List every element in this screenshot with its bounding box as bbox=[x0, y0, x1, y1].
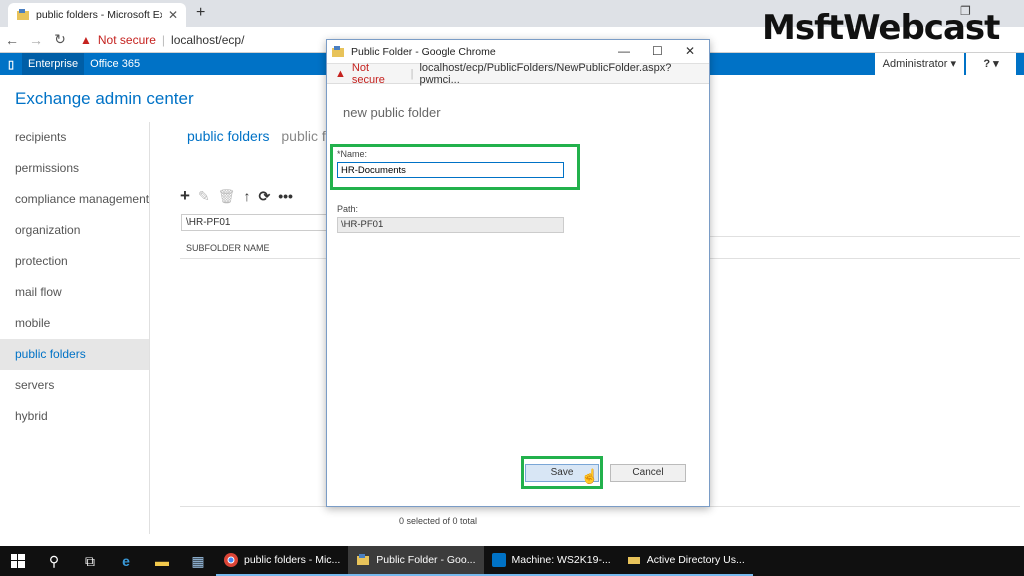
path-label: Path: bbox=[337, 204, 359, 214]
url-text: localhost/ecp/ bbox=[171, 32, 245, 47]
name-label: *Name: bbox=[337, 149, 368, 159]
address-separator: | bbox=[161, 32, 166, 47]
back-icon[interactable]: ← bbox=[0, 32, 24, 48]
name-field[interactable] bbox=[337, 162, 564, 178]
refresh-icon[interactable]: ⟳ bbox=[258, 188, 270, 205]
left-nav: recipients permissions compliance manage… bbox=[0, 122, 150, 432]
dialog-heading: new public folder bbox=[343, 105, 441, 120]
close-tab-icon[interactable]: ✕ bbox=[168, 8, 178, 22]
folder-toolbar: + ✎ 🗑 ↑ ⟳ ••• bbox=[180, 186, 293, 206]
not-secure-label: Not secure bbox=[351, 61, 385, 86]
nav-item-mail-flow[interactable]: mail flow bbox=[0, 277, 150, 308]
divider bbox=[710, 236, 1020, 237]
nav-item-servers[interactable]: servers bbox=[0, 370, 150, 401]
nav-item-compliance[interactable]: compliance management bbox=[0, 184, 150, 215]
taskbar-app-popup[interactable]: Public Folder - Goo... bbox=[348, 546, 484, 576]
address-bar[interactable]: ▲ Not secure | localhost/ecp/ bbox=[80, 33, 244, 47]
popup-title: Public Folder - Google Chrome bbox=[351, 45, 496, 58]
exchange-favicon-icon bbox=[17, 9, 29, 20]
popup-address-bar[interactable]: ▲ Not secure | localhost/ecp/PublicFolde… bbox=[327, 61, 709, 86]
taskbar: ⚲ ⧉ e ▬ ▦ public folders - Mic... Public… bbox=[0, 546, 1024, 576]
nav-item-organization[interactable]: organization bbox=[0, 215, 150, 246]
nav-item-mobile[interactable]: mobile bbox=[0, 308, 150, 339]
chrome-icon bbox=[224, 553, 238, 567]
taskbar-app-machine[interactable]: Machine: WS2K19-... bbox=[483, 546, 619, 576]
nav-item-protection[interactable]: protection bbox=[0, 246, 150, 277]
exchange-icon bbox=[357, 554, 370, 565]
warning-icon: ▲ bbox=[335, 67, 346, 80]
new-public-folder-window: Public Folder - Google Chrome — ☐ ✕ ▲ No… bbox=[326, 39, 710, 507]
popup-url: localhost/ecp/PublicFolders/NewPublicFol… bbox=[419, 61, 672, 86]
search-icon[interactable]: ⚲ bbox=[36, 546, 72, 576]
tab-title: public folders - Microsoft Exchan bbox=[36, 9, 162, 21]
cancel-button[interactable]: Cancel bbox=[610, 464, 686, 482]
not-secure-label: Not secure bbox=[97, 32, 156, 47]
server-manager-icon[interactable]: ▦ bbox=[180, 546, 216, 576]
new-tab-icon[interactable]: + bbox=[196, 4, 205, 22]
path-field: \HR-PF01 bbox=[337, 217, 564, 233]
nav-item-public-folders[interactable]: public folders bbox=[0, 339, 150, 370]
add-icon[interactable]: + bbox=[180, 186, 190, 206]
browser-tab[interactable]: public folders - Microsoft Exchan ✕ bbox=[8, 3, 186, 27]
selection-status: 0 selected of 0 total bbox=[399, 516, 478, 526]
taskbar-app-chrome[interactable]: public folders - Mic... bbox=[216, 546, 349, 576]
tab-public-folders[interactable]: public folders bbox=[187, 128, 270, 144]
nav-item-recipients[interactable]: recipients bbox=[0, 122, 150, 153]
hand-cursor-icon: ☝ bbox=[581, 468, 599, 484]
taskbar-app-label: public folders - Mic... bbox=[244, 554, 341, 566]
nav-item-hybrid[interactable]: hybrid bbox=[0, 401, 150, 432]
page-title: Exchange admin center bbox=[15, 89, 194, 108]
exchange-management-icon bbox=[491, 553, 506, 567]
close-icon[interactable]: ✕ bbox=[685, 44, 695, 58]
minimize-icon[interactable]: — bbox=[618, 44, 630, 58]
exchange-favicon-icon bbox=[332, 45, 344, 57]
internet-explorer-icon[interactable]: e bbox=[108, 546, 144, 576]
reload-icon[interactable]: ↻ bbox=[48, 31, 72, 48]
address-separator: | bbox=[410, 67, 414, 80]
nav-enterprise[interactable]: Enterprise bbox=[22, 53, 85, 75]
nav-item-permissions[interactable]: permissions bbox=[0, 153, 150, 184]
nav-divider bbox=[149, 122, 150, 534]
taskbar-app-label: Public Folder - Goo... bbox=[376, 554, 476, 566]
taskbar-app-active-directory[interactable]: Active Directory Us... bbox=[618, 546, 753, 576]
maximize-icon[interactable]: ☐ bbox=[652, 44, 663, 58]
more-icon[interactable]: ••• bbox=[278, 188, 293, 204]
office-logo-icon: ▯ bbox=[7, 58, 15, 71]
edit-icon[interactable]: ✎ bbox=[198, 188, 210, 205]
column-subfolder-name[interactable]: SUBFOLDER NAME bbox=[186, 243, 270, 253]
taskbar-app-label: Active Directory Us... bbox=[646, 554, 745, 566]
nav-office365[interactable]: Office 365 bbox=[84, 58, 146, 70]
file-explorer-icon[interactable]: ▬ bbox=[144, 546, 180, 576]
watermark-logo: MsftWebcast bbox=[762, 8, 1000, 48]
start-icon[interactable] bbox=[0, 546, 36, 576]
taskbar-app-label: Machine: WS2K19-... bbox=[511, 554, 611, 566]
help-menu[interactable]: ? ▾ bbox=[966, 53, 1016, 75]
content-tabs: public folders public fo bbox=[187, 128, 334, 144]
folder-path: \HR-PF01 bbox=[181, 214, 331, 231]
forward-icon[interactable]: → bbox=[24, 32, 48, 48]
up-icon[interactable]: ↑ bbox=[243, 188, 250, 204]
delete-icon[interactable]: 🗑 bbox=[218, 188, 236, 205]
active-directory-icon bbox=[627, 557, 640, 564]
warning-icon: ▲ bbox=[80, 32, 92, 47]
task-view-icon[interactable]: ⧉ bbox=[72, 546, 108, 576]
admin-menu[interactable]: Administrator ▾ bbox=[874, 53, 964, 75]
